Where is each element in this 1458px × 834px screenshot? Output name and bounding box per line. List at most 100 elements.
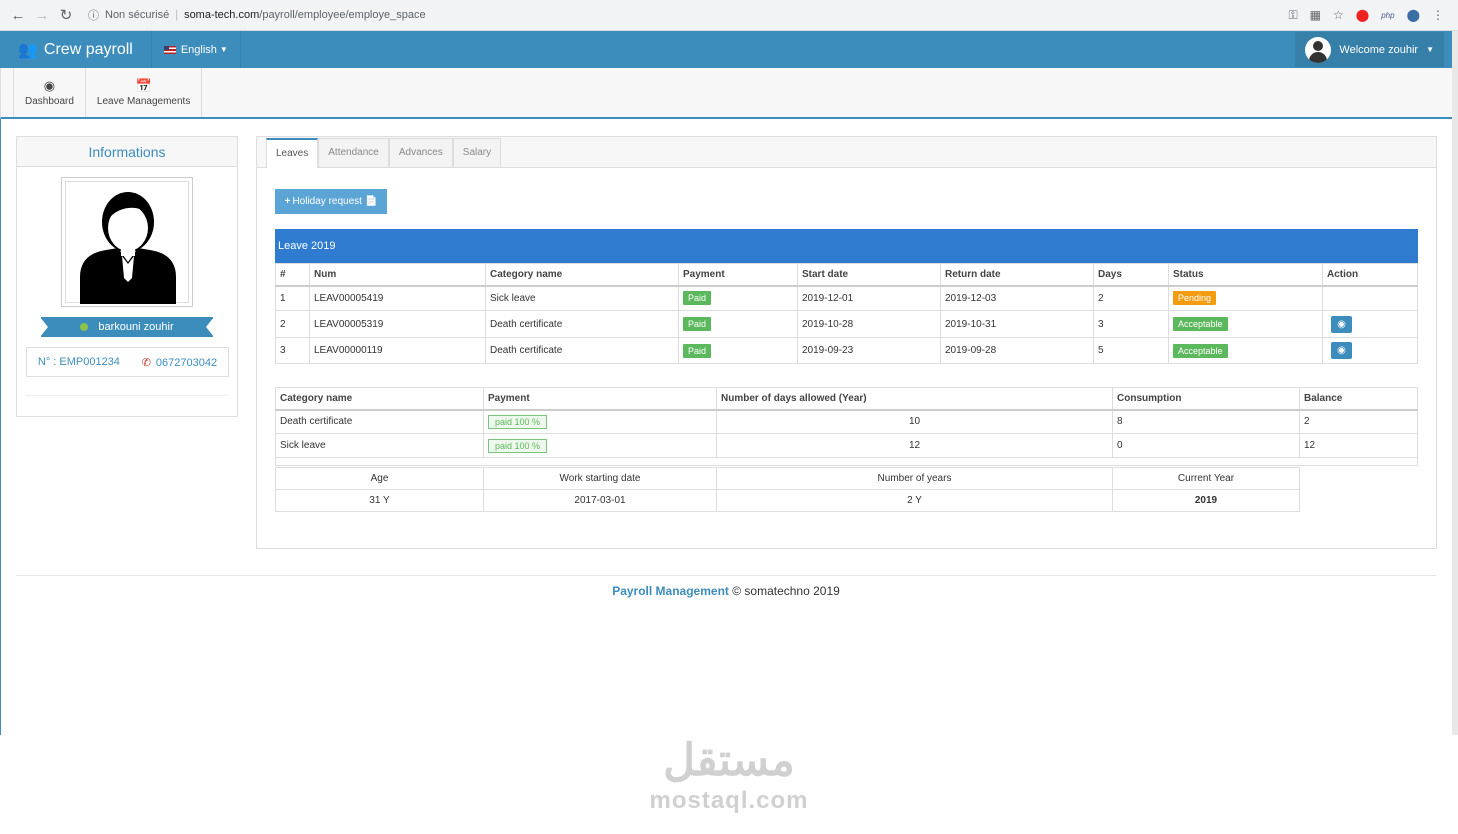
payment-badge: Paid [683, 343, 712, 358]
leave-year-header: Leave 2019 [275, 229, 1418, 263]
crew-icon: 👥 [18, 41, 38, 59]
table-header-row: # Num Category name Payment Start date R… [275, 263, 1418, 287]
col-status: Status [1168, 263, 1323, 287]
menu-dots-icon[interactable]: ⋮ [1432, 8, 1444, 22]
cell-allowed: 12 [716, 433, 1113, 458]
col-consumption: Consumption [1112, 387, 1300, 411]
profile-photo [61, 177, 193, 307]
cell-num: LEAV00005319 [309, 310, 486, 338]
cell-num: LEAV00000119 [309, 337, 486, 364]
language-dropdown[interactable]: English ▼ [152, 31, 241, 68]
employee-phone: 0672703042 [155, 356, 218, 369]
dashboard-icon: ◉ [43, 78, 56, 93]
tab-leaves[interactable]: Leaves [266, 138, 319, 168]
calendar-icon: 📅 [135, 78, 152, 93]
holiday-request-label: Holiday request [292, 196, 362, 207]
payment-badge: Paid [683, 291, 712, 306]
summary-year-label: Current Year [1112, 467, 1300, 490]
cell-category: Sick leave [275, 433, 484, 458]
user-menu[interactable]: Welcome zouhir ▼ [1295, 32, 1444, 67]
view-icon[interactable]: ◉ [1331, 342, 1352, 359]
summary-years: 2 Y [716, 489, 1113, 512]
cell-days: 3 [1093, 310, 1169, 338]
cell-category: Sick leave [485, 285, 679, 311]
cell-category: Death certificate [275, 409, 484, 434]
nav-dashboard-label: Dashboard [25, 96, 74, 107]
tab-salary[interactable]: Salary [452, 138, 502, 167]
leaves-table: # Num Category name Payment Start date R… [275, 263, 1418, 364]
nav-leave-label: Leave Managements [96, 96, 191, 107]
online-status-icon [80, 323, 89, 331]
secondary-nav: ◉ Dashboard 📅 Leave Managements [0, 68, 1452, 119]
chevron-down-icon: ▼ [219, 45, 228, 54]
col-start-date: Start date [797, 263, 941, 287]
col-payment: Payment [678, 263, 798, 287]
php-extension-icon[interactable]: php [1381, 11, 1394, 20]
cell-return: 2019-09-28 [940, 337, 1094, 364]
translate-icon[interactable]: ▦ [1310, 8, 1321, 22]
summary-current-year: 2019 [1112, 489, 1300, 512]
key-icon[interactable]: ⚿ [1289, 8, 1298, 23]
table-row: 2 LEAV00005319 Death certificate Paid 20… [275, 310, 1418, 338]
cell-balance: 2 [1299, 409, 1418, 434]
profile-panel: Informations barkouni zouhir N° : EMP001… [16, 136, 238, 417]
address-bar[interactable]: ⓘ Non sécurisé | soma-tech.com/payroll/e… [88, 4, 1278, 26]
tab-advances[interactable]: Advances [388, 138, 453, 167]
footer-brand[interactable]: Payroll Management [612, 584, 729, 598]
col-return-date: Return date [940, 263, 1094, 287]
welcome-label: Welcome zouhir [1339, 43, 1419, 56]
cell-days: 2 [1093, 285, 1169, 311]
table-header-row: Category name Payment Number of days all… [275, 387, 1418, 411]
nav-leave-managements[interactable]: 📅 Leave Managements [86, 68, 203, 117]
holiday-request-button[interactable]: + Holiday request 📄 [275, 189, 387, 214]
tab-attendance[interactable]: Attendance [318, 138, 389, 167]
cell-allowed: 10 [716, 409, 1113, 434]
summary-years-label: Number of years [716, 467, 1113, 490]
table-row: 1 LEAV00005419 Sick leave Paid 2019-12-0… [275, 285, 1418, 311]
col-category: Category name [275, 387, 484, 411]
table-row: 3 LEAV00000119 Death certificate Paid 20… [275, 337, 1418, 364]
cell-days: 5 [1093, 337, 1169, 364]
leave-balance-table: Category name Payment Number of days all… [275, 387, 1418, 466]
user-silhouette-icon [80, 192, 176, 304]
col-days: Days [1093, 263, 1169, 287]
cell-index: 2 [275, 310, 310, 338]
nav-dashboard[interactable]: ◉ Dashboard [13, 68, 86, 117]
table-header-row: Age Work starting date Number of years C… [275, 467, 1300, 490]
cell-start: 2019-09-23 [797, 337, 941, 364]
back-icon[interactable]: ← [6, 7, 30, 24]
cell-num: LEAV00005419 [309, 285, 486, 311]
col-balance: Balance [1299, 387, 1418, 411]
brand-logo[interactable]: 👥 Crew payroll [0, 31, 152, 68]
profile-panel-title: Informations [17, 137, 237, 167]
cell-index: 1 [275, 285, 310, 311]
star-icon[interactable]: ☆ [1333, 8, 1344, 22]
reload-icon[interactable]: ↻ [54, 6, 78, 24]
summary-start-date: 2017-03-01 [483, 489, 717, 512]
forward-icon[interactable]: → [30, 7, 54, 24]
language-label: English [180, 43, 217, 56]
profile-icon[interactable]: ⬤ [1407, 8, 1420, 22]
cell-start: 2019-10-28 [797, 310, 941, 338]
phone-icon: ✆ [141, 356, 151, 369]
opera-icon[interactable]: ⬤ [1356, 8, 1369, 22]
col-category: Category name [485, 263, 679, 287]
cell-category: Death certificate [485, 310, 679, 338]
phone-wrap: ✆ 0672703042 [142, 356, 217, 369]
status-badge: Acceptable [1173, 317, 1228, 331]
payment-badge: Paid [683, 317, 712, 331]
footer-copyright: © somatechno 2019 [732, 584, 840, 598]
table-row: 31 Y 2017-03-01 2 Y 2019 [275, 489, 1300, 512]
cell-balance: 12 [1299, 433, 1418, 458]
footer: Payroll Management © somatechno 2019 [0, 584, 1452, 598]
summary-age: 31 Y [275, 489, 484, 512]
payment-badge: paid 100 % [488, 414, 548, 429]
view-icon[interactable]: ◉ [1331, 315, 1352, 333]
tab-bar: Leaves Attendance Advances Salary [257, 137, 1436, 168]
cell-return: 2019-12-03 [940, 285, 1094, 311]
employee-name-ribbon: barkouni zouhir [40, 317, 214, 337]
document-icon: 📄 [364, 196, 378, 207]
info-icon: ⓘ [88, 10, 99, 22]
col-index: # [275, 263, 310, 287]
plus-icon: + [284, 196, 291, 207]
